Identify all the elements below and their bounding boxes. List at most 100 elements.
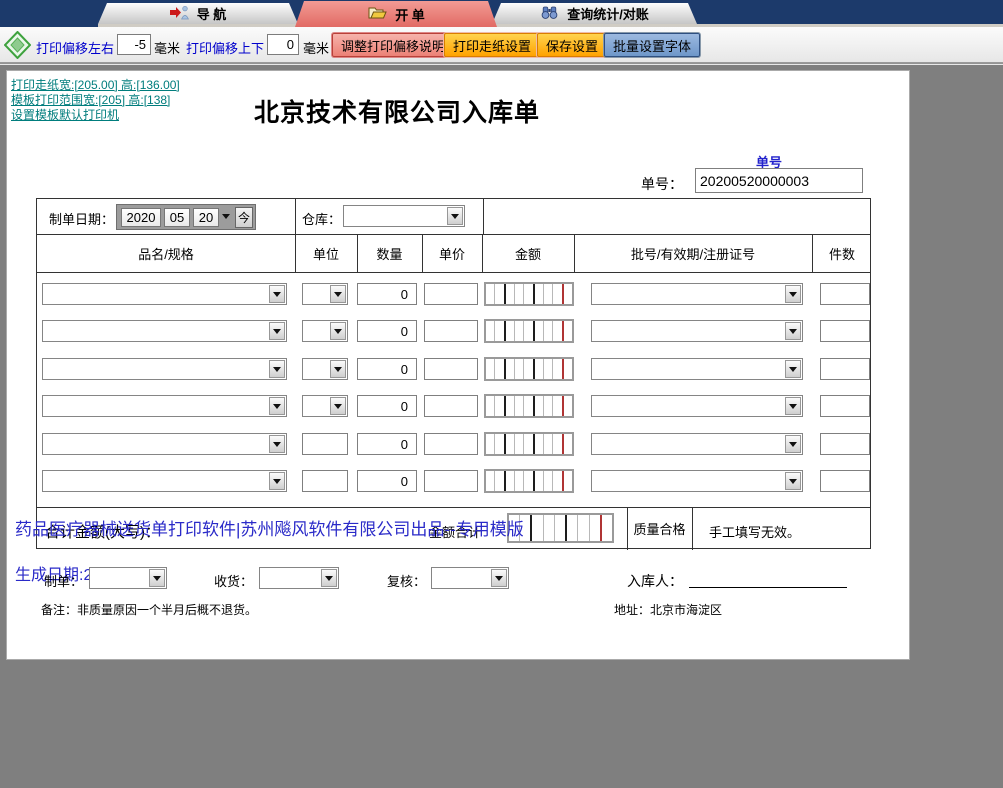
batch-combobox[interactable]: [591, 433, 803, 455]
chevron-down-icon[interactable]: [222, 214, 230, 219]
offset-ud-label: 打印偏移上下: [186, 41, 265, 56]
price-input[interactable]: [424, 470, 478, 492]
date-year-box[interactable]: 2020: [121, 208, 161, 227]
print-toolbar: 打印偏移左右 毫米 打印偏移上下 毫米 调整打印偏移说明 打印走纸设置 保存设置…: [0, 27, 1003, 63]
tab-navigation[interactable]: 导 航: [98, 3, 298, 24]
maker-combobox[interactable]: [89, 567, 167, 589]
pieces-input[interactable]: [820, 358, 870, 380]
mm-label-1: 毫米: [154, 41, 181, 56]
receive-label: 收货：: [214, 574, 254, 589]
table-line: [482, 234, 483, 272]
review-combobox[interactable]: [431, 567, 509, 589]
table-line: [422, 234, 423, 272]
unit-combobox[interactable]: [302, 320, 348, 342]
chevron-down-icon: [269, 285, 285, 303]
qty-input[interactable]: [357, 470, 417, 492]
offset-ud-input[interactable]: [267, 34, 299, 55]
chevron-down-icon: [321, 569, 337, 587]
offset-lr-label: 打印偏移左右: [36, 41, 115, 56]
qty-input[interactable]: [357, 283, 417, 305]
chevron-down-icon: [785, 322, 801, 340]
chevron-down-icon: [447, 207, 463, 225]
manual-invalid-note: 手工填写无效。: [709, 525, 801, 540]
amount-grid: [484, 357, 574, 381]
amount-grid: [484, 469, 574, 493]
product-combobox[interactable]: [42, 320, 287, 342]
qty-input[interactable]: [357, 358, 417, 380]
save-settings-button[interactable]: 保存设置: [537, 33, 608, 57]
table-line: [295, 199, 296, 234]
remark-text: 备注：非质量原因一个半月后概不退货。: [41, 603, 258, 617]
pieces-input[interactable]: [820, 320, 870, 342]
tab-billing-label: 开 单: [395, 7, 425, 23]
pieces-input[interactable]: [820, 283, 870, 305]
unit-combobox[interactable]: [302, 358, 348, 380]
batch-combobox[interactable]: [591, 283, 803, 305]
product-combobox[interactable]: [42, 395, 287, 417]
batch-combobox[interactable]: [591, 320, 803, 342]
price-input[interactable]: [424, 433, 478, 455]
date-label: 制单日期：: [49, 212, 115, 227]
table-line: [812, 234, 813, 272]
pieces-input[interactable]: [820, 470, 870, 492]
table-line: [37, 507, 870, 508]
tab-query-stats[interactable]: 查询统计/对账: [492, 3, 697, 24]
unit-combobox[interactable]: [302, 395, 348, 417]
qty-input[interactable]: [357, 320, 417, 342]
chevron-down-icon: [785, 397, 801, 415]
pieces-input[interactable]: [820, 433, 870, 455]
default-printer-link[interactable]: 设置模板默认打印机: [11, 106, 119, 123]
chevron-down-icon: [269, 360, 285, 378]
table-line: [574, 234, 575, 272]
batch-combobox[interactable]: [591, 358, 803, 380]
warehouse-combobox[interactable]: [343, 205, 465, 227]
order-no-input[interactable]: [695, 168, 863, 193]
batch-combobox[interactable]: [591, 470, 803, 492]
col-header-product: 品名/规格: [138, 246, 194, 262]
product-combobox[interactable]: [42, 283, 287, 305]
chevron-down-icon: [330, 360, 346, 378]
chevron-down-icon: [785, 360, 801, 378]
batch-combobox[interactable]: [591, 395, 803, 417]
binoculars-icon: [540, 5, 559, 23]
unit-input[interactable]: [302, 470, 348, 492]
table-line: [483, 199, 484, 234]
chevron-down-icon: [785, 285, 801, 303]
price-input[interactable]: [424, 395, 478, 417]
date-month-box[interactable]: 05: [164, 208, 190, 227]
product-combobox[interactable]: [42, 470, 287, 492]
adjust-offset-help-button[interactable]: 调整打印偏移说明: [332, 33, 455, 57]
chevron-down-icon: [269, 322, 285, 340]
software-watermark: 药品医疗器械送货单打印软件|苏州飚风软件有限公司出品--专用模版: [15, 520, 524, 539]
tab-query-stats-label: 查询统计/对账: [567, 7, 649, 22]
navigation-icon: [170, 5, 189, 23]
col-header-unit: 单位: [312, 246, 339, 262]
tab-billing[interactable]: 开 单: [295, 1, 497, 27]
qty-input[interactable]: [357, 395, 417, 417]
col-header-batch: 批号/有效期/注册证号: [630, 246, 756, 262]
col-header-amount: 金额: [514, 246, 541, 262]
paper-feed-settings-button[interactable]: 打印走纸设置: [444, 33, 541, 57]
chevron-down-icon: [330, 285, 346, 303]
warehouse-label: 仓库：: [302, 212, 342, 227]
unit-combobox[interactable]: [302, 283, 348, 305]
date-day-box[interactable]: 20: [193, 208, 219, 227]
receive-combobox[interactable]: [259, 567, 339, 589]
chevron-down-icon: [330, 397, 346, 415]
form-table: 制单日期： 2020 05 20 今 仓库： 品名/规格 单位 数量 单价 金额: [36, 198, 871, 550]
date-picker: 2020 05 20 今: [116, 204, 256, 230]
product-combobox[interactable]: [42, 358, 287, 380]
offset-lr-input[interactable]: [117, 34, 151, 55]
product-combobox[interactable]: [42, 433, 287, 455]
price-input[interactable]: [424, 283, 478, 305]
pieces-input[interactable]: [820, 395, 870, 417]
today-button[interactable]: 今: [235, 207, 253, 228]
table-line: [37, 272, 870, 273]
amount-grid: [484, 319, 574, 343]
price-input[interactable]: [424, 358, 478, 380]
unit-input[interactable]: [302, 433, 348, 455]
qty-input[interactable]: [357, 433, 417, 455]
price-input[interactable]: [424, 320, 478, 342]
batch-font-settings-button[interactable]: 批量设置字体: [604, 33, 701, 57]
table-line: [692, 507, 693, 550]
